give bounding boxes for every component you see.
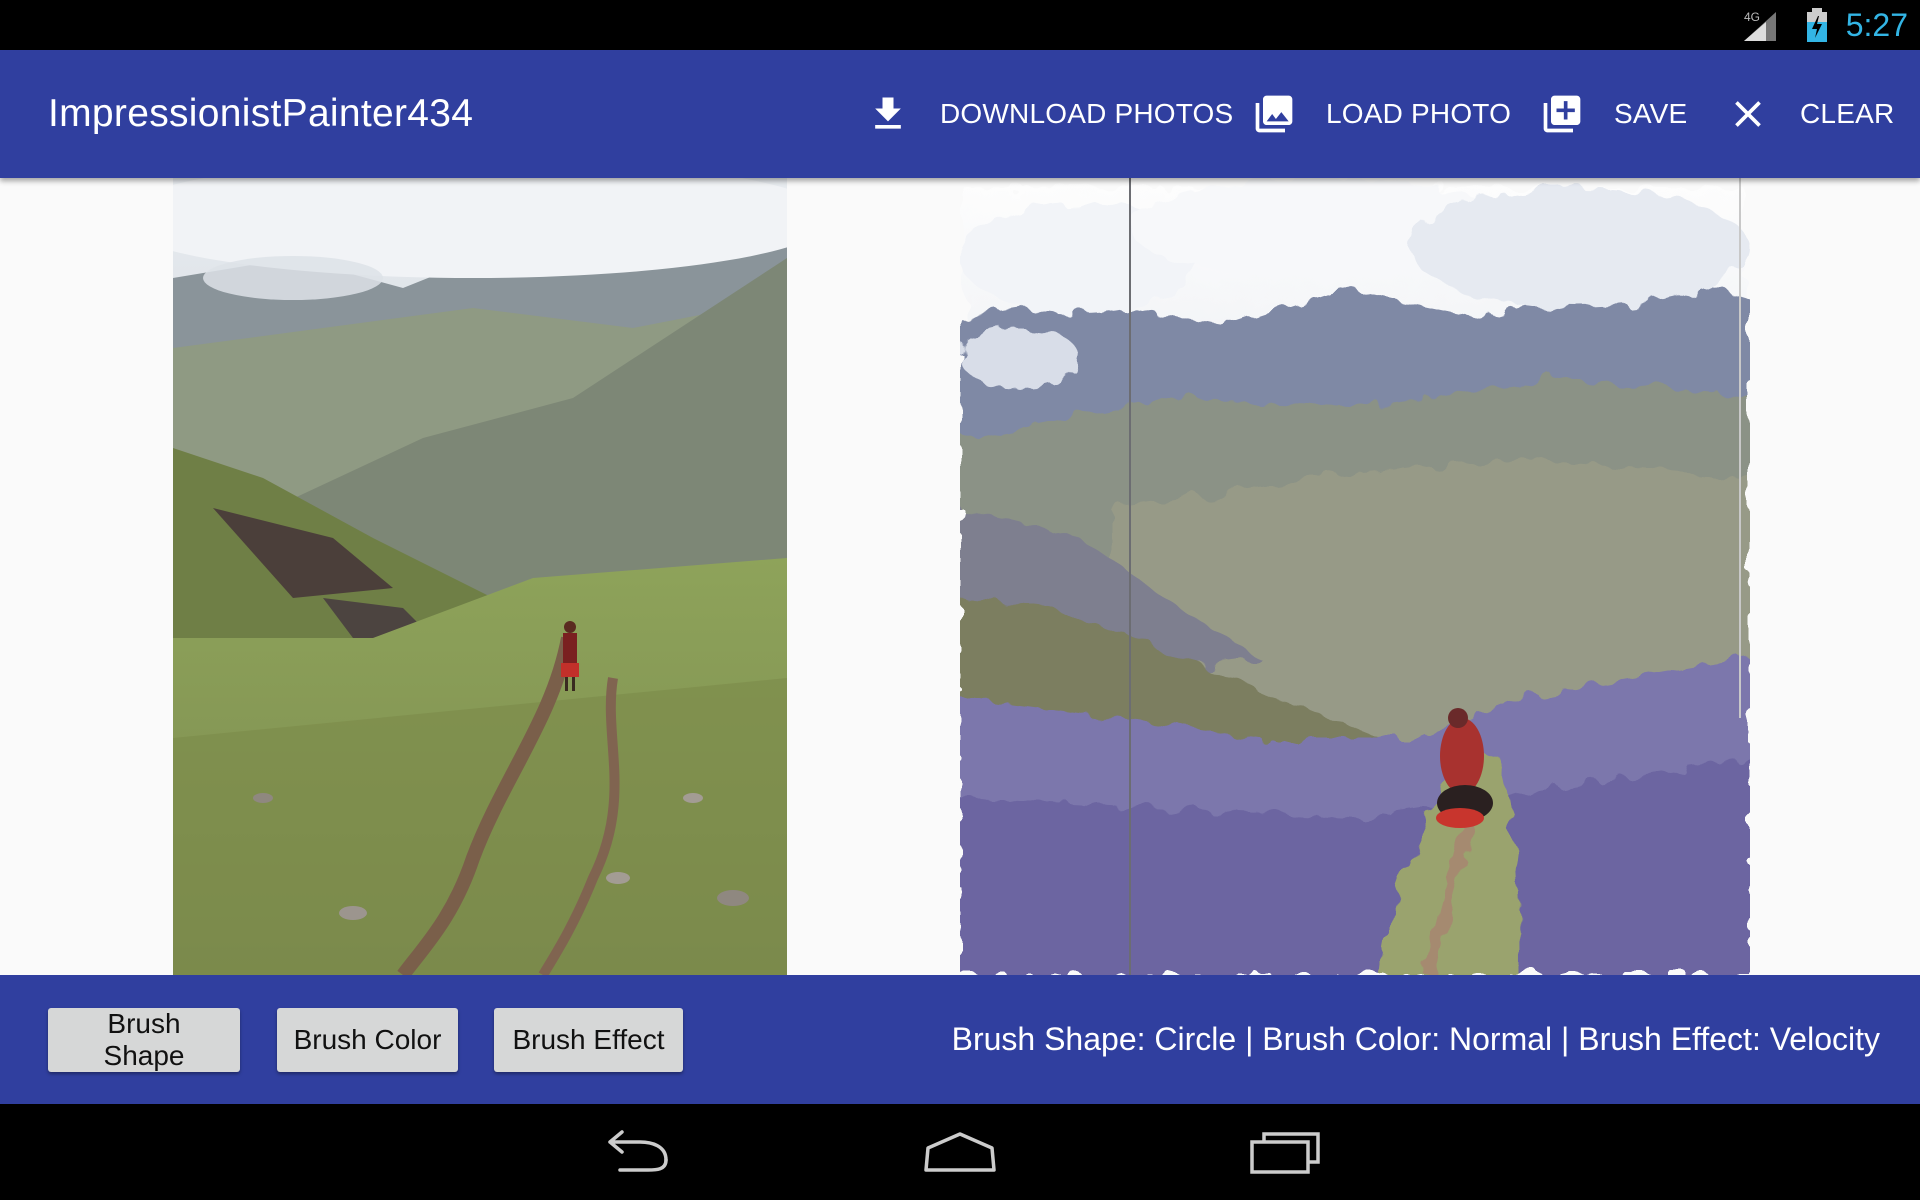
- back-icon[interactable]: [600, 1130, 670, 1174]
- load-photo-label: LOAD PHOTO: [1326, 98, 1512, 129]
- status-clock: 5:27: [1845, 7, 1908, 43]
- navigation-bar: [0, 1104, 1920, 1200]
- brush-settings-summary: Brush Shape: Circle | Brush Color: Norma…: [951, 1021, 1880, 1057]
- network-type-label: 4G: [1744, 10, 1760, 24]
- brush-color-button[interactable]: Brush Color: [277, 1008, 458, 1072]
- load-photo-button[interactable]: LOAD PHOTO: [1252, 90, 1511, 138]
- close-icon: [1735, 101, 1761, 127]
- download-photos-button[interactable]: DOWNLOAD PHOTOS: [866, 90, 1233, 138]
- painted-canvas[interactable]: [960, 178, 1750, 975]
- save-label: SAVE: [1614, 98, 1688, 129]
- clear-button[interactable]: CLEAR: [1726, 90, 1894, 138]
- status-bar: 4G 5:27: [0, 0, 1920, 50]
- home-icon[interactable]: [922, 1130, 998, 1174]
- download-icon: [875, 97, 901, 129]
- download-photos-label: DOWNLOAD PHOTOS: [940, 98, 1234, 129]
- save-button[interactable]: SAVE: [1540, 90, 1687, 138]
- clear-label: CLEAR: [1800, 98, 1895, 129]
- battery-charging-icon: [1807, 8, 1827, 42]
- brush-shape-button[interactable]: Brush Shape: [48, 1008, 240, 1072]
- brush-effect-button[interactable]: Brush Effect: [494, 1008, 683, 1072]
- add-to-photos-icon: [1543, 95, 1581, 133]
- photo-library-icon: [1255, 95, 1293, 133]
- recent-apps-icon[interactable]: [1250, 1130, 1322, 1174]
- app-bar: ImpressionistPainter434 DOWNLOAD PHOTOS …: [0, 50, 1920, 178]
- app-title: ImpressionistPainter434: [48, 92, 474, 135]
- content-area: [0, 178, 1920, 975]
- original-photo: [173, 178, 787, 975]
- bottom-toolbar: Brush Shape Brush Color Brush Effect Bru…: [0, 975, 1920, 1104]
